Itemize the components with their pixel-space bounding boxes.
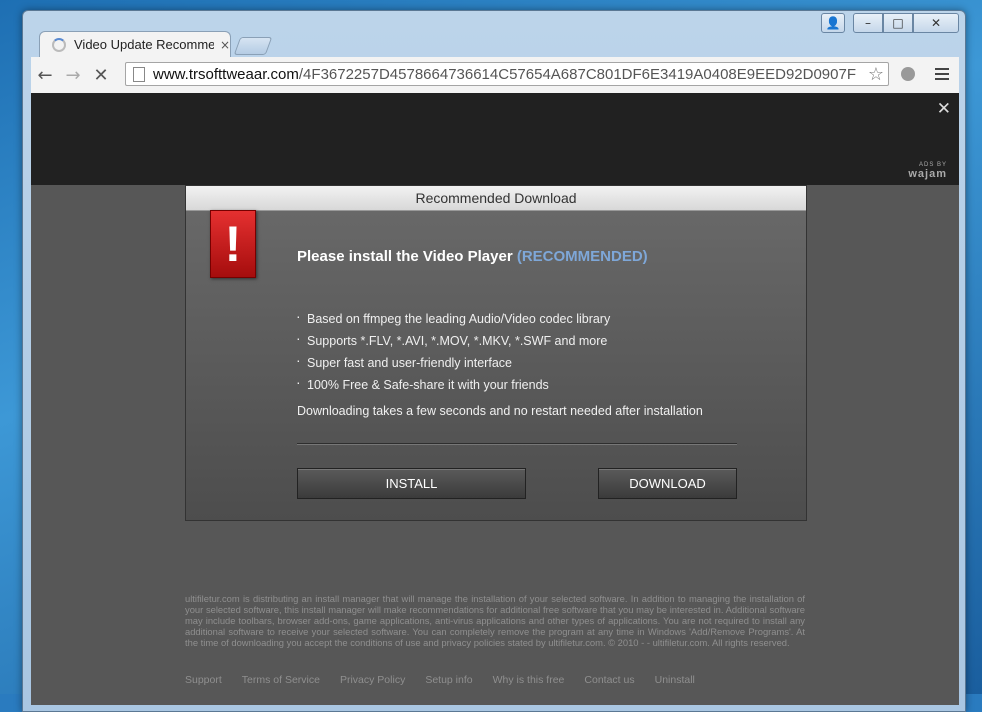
- footer-link-terms[interactable]: Terms of Service: [242, 674, 320, 686]
- feature-item: Supports *.FLV, *.AVI, *.MOV, *.MKV, *.S…: [296, 330, 610, 356]
- footer-link-uninstall[interactable]: Uninstall: [655, 674, 695, 686]
- wajam-brand: wajam: [908, 168, 947, 180]
- new-tab-button[interactable]: [233, 37, 273, 55]
- download-note: Downloading takes a few seconds and no r…: [297, 404, 703, 418]
- footer-link-why-free[interactable]: Why is this free: [493, 674, 565, 686]
- url-domain: www.trsofttweaar.com: [153, 65, 299, 83]
- install-button[interactable]: INSTALL: [297, 468, 526, 499]
- footer-link-contact[interactable]: Contact us: [584, 674, 634, 686]
- ad-close-icon[interactable]: ✕: [937, 99, 951, 119]
- forward-button[interactable]: →: [59, 61, 87, 89]
- extension-icon[interactable]: [901, 67, 915, 81]
- footer-link-privacy[interactable]: Privacy Policy: [340, 674, 405, 686]
- address-bar[interactable]: www.trsofttweaar.com/4F3672257D457866473…: [125, 62, 889, 86]
- recommended-download-dialog: Recommended Download ! Please install th…: [185, 185, 807, 521]
- feature-item: Based on ffmpeg the leading Audio/Video …: [296, 308, 610, 334]
- page-content: ✕ ADS BY wajam Recommended Download ! Pl…: [31, 93, 959, 705]
- feature-item: 100% Free & Safe-share it with your frie…: [296, 374, 610, 400]
- user-profile-icon[interactable]: 👤: [821, 13, 845, 33]
- close-window-button[interactable]: ✕: [913, 13, 959, 33]
- maximize-button[interactable]: □: [883, 13, 913, 33]
- page-icon: [133, 66, 145, 82]
- dialog-headline: Please install the Video Player (RECOMME…: [297, 248, 648, 265]
- footer-links: Support Terms of Service Privacy Policy …: [185, 674, 695, 686]
- legal-disclaimer: ultifiletur.com is distributing an insta…: [185, 593, 805, 648]
- tab-title: Video Update Recommen: [74, 37, 214, 52]
- dialog-title: Recommended Download: [186, 186, 806, 211]
- warning-icon: !: [210, 210, 256, 278]
- footer-link-support[interactable]: Support: [185, 674, 222, 686]
- back-button[interactable]: ←: [31, 61, 59, 89]
- stop-loading-button[interactable]: ✕: [87, 61, 115, 89]
- window-controls: 👤 – □ ✕: [821, 13, 959, 33]
- minimize-button[interactable]: –: [853, 13, 883, 33]
- loading-spinner-icon: [52, 37, 66, 52]
- menu-icon[interactable]: [935, 65, 949, 83]
- feature-item: Super fast and user-friendly interface: [296, 352, 610, 378]
- download-button[interactable]: DOWNLOAD: [598, 468, 737, 499]
- recommended-label: (RECOMMENDED): [516, 248, 648, 265]
- tab-close-icon[interactable]: ×: [220, 38, 230, 52]
- browser-window: 👤 – □ ✕ Video Update Recommen × ← → ✕ ww…: [22, 10, 966, 712]
- headline-text: Please install the Video Player: [297, 248, 517, 265]
- divider: [297, 443, 737, 445]
- bookmark-star-icon[interactable]: ☆: [864, 64, 888, 85]
- ad-banner: ✕ ADS BY wajam: [31, 93, 959, 185]
- url-text[interactable]: www.trsofttweaar.com/4F3672257D457866473…: [153, 66, 864, 83]
- feature-list: Based on ffmpeg the leading Audio/Video …: [296, 308, 610, 400]
- browser-tab[interactable]: Video Update Recommen ×: [39, 31, 231, 57]
- browser-toolbar: ← → ✕ www.trsofttweaar.com/4F3672257D457…: [31, 57, 959, 93]
- ads-by-wajam-logo[interactable]: ADS BY wajam: [908, 162, 947, 180]
- url-path: /4F3672257D4578664736614C57654A687C801DF…: [298, 65, 856, 83]
- footer-link-setup-info[interactable]: Setup info: [425, 674, 472, 686]
